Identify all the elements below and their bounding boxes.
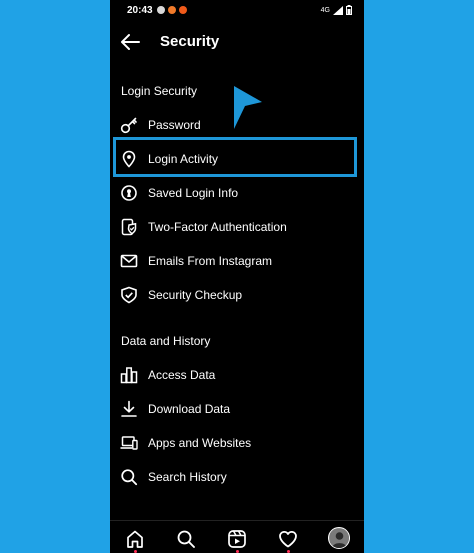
status-right: 4G [321,5,352,15]
heart-icon[interactable] [277,528,299,550]
status-notification-icons [157,6,187,14]
profile-avatar[interactable] [328,527,350,549]
shield-check-icon [120,286,138,304]
key-icon [120,116,138,134]
phone-screen: 20:43 4G Security Login Security Passwor… [110,0,364,553]
phone-shield-icon [120,218,138,236]
menu-item-download-data[interactable]: Download Data [118,393,356,425]
notification-icon [168,6,176,14]
bar-chart-icon [120,366,138,384]
login-activity-highlight-box [113,137,357,177]
menu-item-search-history[interactable]: Search History [118,461,356,493]
search-icon[interactable] [175,528,197,550]
network-type: 4G [320,6,330,14]
search-icon [120,468,138,486]
download-icon [120,400,138,418]
page-title: Security [160,33,220,50]
menu-item-label: Apps and Websites [148,436,252,450]
reels-icon[interactable] [226,528,248,550]
signal-icon [333,5,343,15]
menu-item-label: Emails From Instagram [148,254,273,268]
menu-item-saved-login-info[interactable]: Saved Login Info [118,177,356,209]
notification-icon [157,6,165,14]
menu-item-label: Access Data [148,368,216,382]
notification-icon [179,6,187,14]
section-title-login-security: Login Security [121,84,198,98]
keyhole-icon [120,184,138,202]
menu-item-two-factor-authentication[interactable]: Two-Factor Authentication [118,211,356,243]
arrow-left-icon[interactable] [119,33,141,51]
home-icon[interactable] [124,528,146,550]
status-bar: 20:43 4G [110,0,364,22]
status-time: 20:43 [127,5,153,16]
menu-item-label: Security Checkup [148,288,243,302]
menu-item-security-checkup[interactable]: Security Checkup [118,279,356,311]
menu-item-label: Download Data [148,402,231,416]
menu-item-label: Search History [148,470,227,484]
mail-icon [120,252,138,270]
header: Security [110,28,364,56]
bottom-nav [110,520,364,553]
menu-item-label: Two-Factor Authentication [148,220,287,234]
menu-item-label: Saved Login Info [148,186,239,200]
battery-icon [346,5,352,15]
menu-item-apps-and-websites[interactable]: Apps and Websites [118,427,356,459]
menu-item-label: Password [148,118,201,132]
section-title-data-and-history: Data and History [121,334,211,348]
pointer-arrow-icon [234,86,262,129]
devices-icon [120,434,138,452]
menu-item-access-data[interactable]: Access Data [118,359,356,391]
menu-item-emails-from-instagram[interactable]: Emails From Instagram [118,245,356,277]
